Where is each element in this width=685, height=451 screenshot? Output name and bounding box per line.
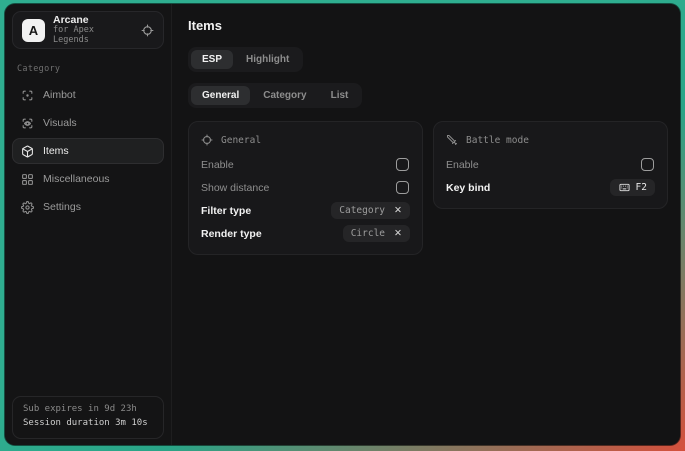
tab-highlight[interactable]: Highlight: [235, 50, 300, 69]
sidebar-item-label: Items: [43, 145, 69, 157]
aimbot-scan-icon: [21, 89, 34, 102]
enable-checkbox[interactable]: [396, 158, 409, 171]
setting-row-show-distance: Show distance: [201, 176, 410, 199]
sidebar-item-items[interactable]: Items: [12, 138, 164, 164]
sub-expires-text: Sub expires in 9d 23h: [23, 403, 153, 417]
enable-checkbox[interactable]: [641, 158, 654, 171]
panels-row: General Enable Show distance Filter type Cat…: [188, 121, 668, 255]
keybind-value: F2: [636, 182, 647, 193]
settings-gear-icon: [21, 201, 34, 214]
sidebar-item-settings[interactable]: Settings: [12, 194, 164, 220]
setting-label: Enable: [201, 159, 234, 171]
render-type-select[interactable]: Circle ✕: [343, 225, 410, 242]
app-subtitle: for Apex Legends: [53, 26, 133, 46]
panel-title-label: Battle mode: [466, 135, 529, 146]
items-package-icon: [21, 145, 34, 158]
setting-label: Render type: [201, 228, 262, 240]
crosshair-icon: [201, 134, 213, 146]
setting-row-key-bind: Key bind F2: [446, 176, 655, 199]
sidebar-item-label: Visuals: [43, 117, 77, 129]
category-label: Category: [17, 64, 159, 74]
cheat-menu-window: A Arcane for Apex Legends Category Aimbo…: [5, 4, 680, 445]
subscription-card: Sub expires in 9d 23h Session duration 3…: [12, 396, 164, 439]
key-bind-button[interactable]: F2: [610, 179, 655, 196]
subtab-general[interactable]: General: [191, 86, 250, 105]
sidebar-item-label: Settings: [43, 201, 81, 213]
page-title: Items: [188, 18, 668, 33]
main-content: Items ESPHighlight GeneralCategoryList G…: [172, 4, 680, 445]
setting-row-filter-type: Filter type Category ✕: [201, 199, 410, 222]
sidebar-item-label: Aimbot: [43, 89, 76, 101]
filter-type-select[interactable]: Category ✕: [331, 202, 410, 219]
setting-row-enable: Enable: [446, 153, 655, 176]
app-meta: Arcane for Apex Legends: [53, 14, 133, 46]
clear-icon[interactable]: ✕: [394, 229, 402, 239]
sidebar-item-miscellaneous[interactable]: Miscellaneous: [12, 166, 164, 192]
tab-esp[interactable]: ESP: [191, 50, 233, 69]
mode-tab-group: ESPHighlight: [188, 47, 303, 72]
visuals-eye-icon: [21, 117, 34, 130]
sidebar: A Arcane for Apex Legends Category Aimbo…: [5, 4, 172, 445]
keyboard-icon: [618, 182, 631, 193]
sub-tab-group: GeneralCategoryList: [188, 83, 362, 108]
select-value: Circle: [351, 228, 385, 239]
app-logo: A: [22, 19, 45, 42]
select-value: Category: [339, 205, 385, 216]
screen: A Arcane for Apex Legends Category Aimbo…: [0, 0, 685, 451]
setting-label: Enable: [446, 159, 479, 171]
sidebar-spacer: [12, 220, 164, 396]
app-header-card: A Arcane for Apex Legends: [12, 11, 164, 49]
sidebar-item-aimbot[interactable]: Aimbot: [12, 82, 164, 108]
panel-title-label: General: [221, 135, 261, 146]
subtab-list[interactable]: List: [320, 86, 360, 105]
setting-label: Show distance: [201, 182, 269, 194]
clear-icon[interactable]: ✕: [394, 206, 402, 216]
panel-battle-mode: Battle mode Enable Key bind F2: [433, 121, 668, 209]
session-duration-text: Session duration 3m 10s: [23, 417, 153, 431]
setting-row-render-type: Render type Circle ✕: [201, 222, 410, 245]
sword-icon: [446, 134, 458, 146]
sidebar-nav: Aimbot Visuals Items Miscellaneous Settings: [12, 82, 164, 220]
sidebar-item-visuals[interactable]: Visuals: [12, 110, 164, 136]
setting-label: Key bind: [446, 182, 490, 194]
misc-grid-icon: [21, 173, 34, 186]
panel-title: General: [201, 134, 410, 146]
panel-title: Battle mode: [446, 134, 655, 146]
setting-label: Filter type: [201, 205, 251, 217]
crosshair-target-icon[interactable]: [141, 24, 154, 37]
show-distance-checkbox[interactable]: [396, 181, 409, 194]
panel-general: General Enable Show distance Filter type Cat…: [188, 121, 423, 255]
sidebar-item-label: Miscellaneous: [43, 173, 110, 185]
setting-row-enable: Enable: [201, 153, 410, 176]
subtab-category[interactable]: Category: [252, 86, 317, 105]
